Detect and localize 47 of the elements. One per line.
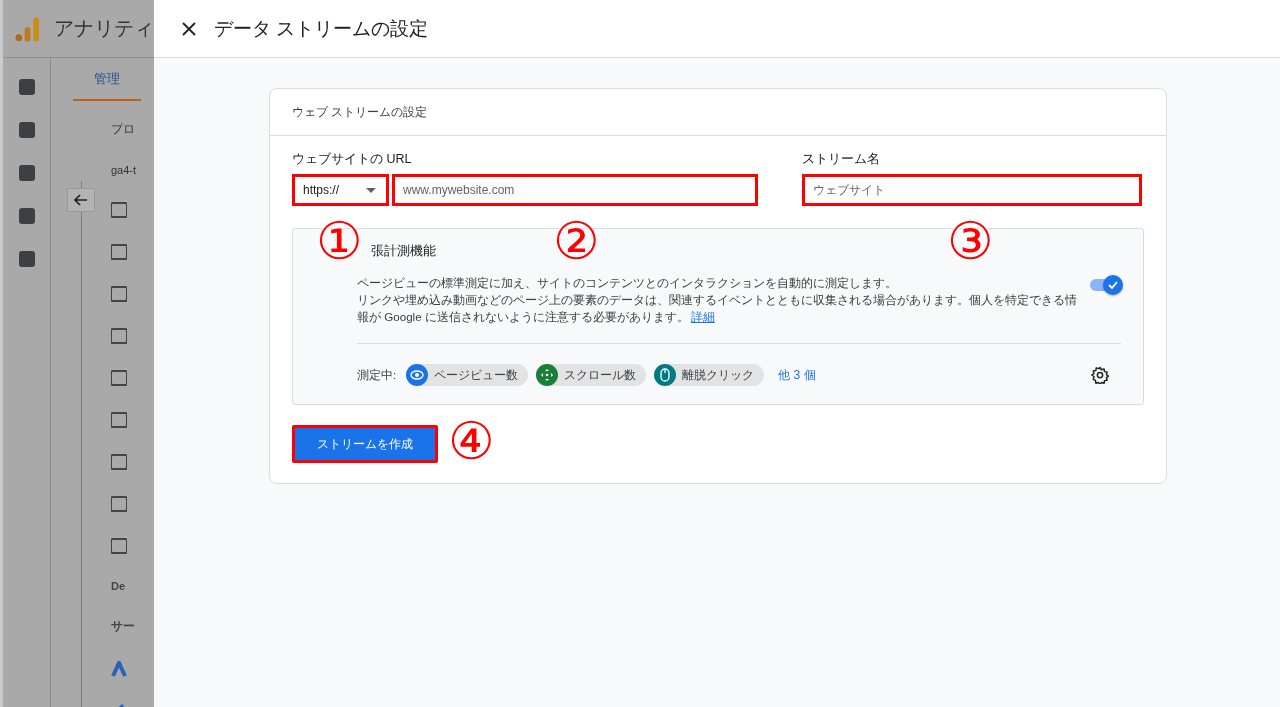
field-label: ウェブサイトの URL	[292, 151, 413, 168]
protocol-dropdown[interactable]: https://	[292, 174, 389, 206]
menu-icon[interactable]	[111, 286, 127, 302]
step-number: ④	[448, 412, 495, 470]
description-text: リンクや埋め込み動画などのページ上の要素のデータは、関連するイベントとともに収集される場合があります。個人を特定できる情報が Google に送信されないように注意する必要があります。 詳細	[357, 292, 1078, 325]
nav-icon[interactable]	[17, 78, 36, 96]
menu-icon[interactable]	[111, 328, 127, 344]
details-link[interactable]: 詳細	[690, 310, 715, 323]
back-arrow-icon	[74, 194, 88, 206]
back-button[interactable]	[67, 188, 95, 212]
more-link[interactable]: 他 3 個	[778, 366, 816, 384]
event-chip[interactable]: ページビュー数	[406, 364, 529, 386]
event-chip[interactable]: 離脱クリック	[654, 364, 765, 386]
menu-icon[interactable]	[111, 244, 127, 260]
step-number: ②	[553, 212, 600, 270]
step-number: ③	[947, 212, 994, 270]
stream-name-field[interactable]: ウェブサイト	[802, 174, 1142, 206]
caret-icon	[366, 187, 376, 193]
field-label: ストリーム名	[802, 151, 881, 168]
app-title: アナリティ	[54, 16, 154, 41]
property-name: ga4-t	[111, 164, 138, 176]
create-stream-button[interactable]: ストリームを作成	[292, 425, 438, 463]
measuring-label: 測定中:	[357, 367, 397, 383]
menu-icon[interactable]	[111, 538, 127, 554]
step-number: ①	[316, 212, 363, 270]
nav-icon[interactable]	[17, 121, 36, 139]
nav-icon[interactable]	[17, 250, 36, 268]
close-icon[interactable]	[182, 21, 196, 36]
menu-icon[interactable]	[111, 412, 127, 428]
menu-icon[interactable]	[111, 202, 127, 218]
menu-icon[interactable]	[111, 370, 127, 386]
check-icon	[1108, 281, 1118, 289]
menu-icon[interactable]	[111, 454, 127, 470]
dialog-title: データ ストリームの設定	[214, 16, 429, 41]
card-title: ウェブ ストリームの設定	[292, 103, 428, 121]
description-text: ページビューの標準測定に加え、サイトのコンテンツとのインタラクションを自動的に測定します。	[357, 275, 898, 291]
url-field[interactable]: www.mywebsite.com	[392, 174, 758, 206]
section-title: 張計測機能	[371, 243, 436, 260]
property-label: プロ	[111, 121, 136, 138]
menu-item[interactable]: De	[111, 580, 154, 592]
nav-icon[interactable]	[17, 164, 36, 182]
nav-icon[interactable]	[17, 207, 36, 225]
settings-icon[interactable]	[1091, 366, 1109, 384]
section-label: サー	[111, 618, 136, 635]
event-chip[interactable]: スクロール数	[536, 364, 647, 386]
menu-icon[interactable]	[111, 496, 127, 512]
admin-tab[interactable]: 管理	[73, 70, 141, 101]
